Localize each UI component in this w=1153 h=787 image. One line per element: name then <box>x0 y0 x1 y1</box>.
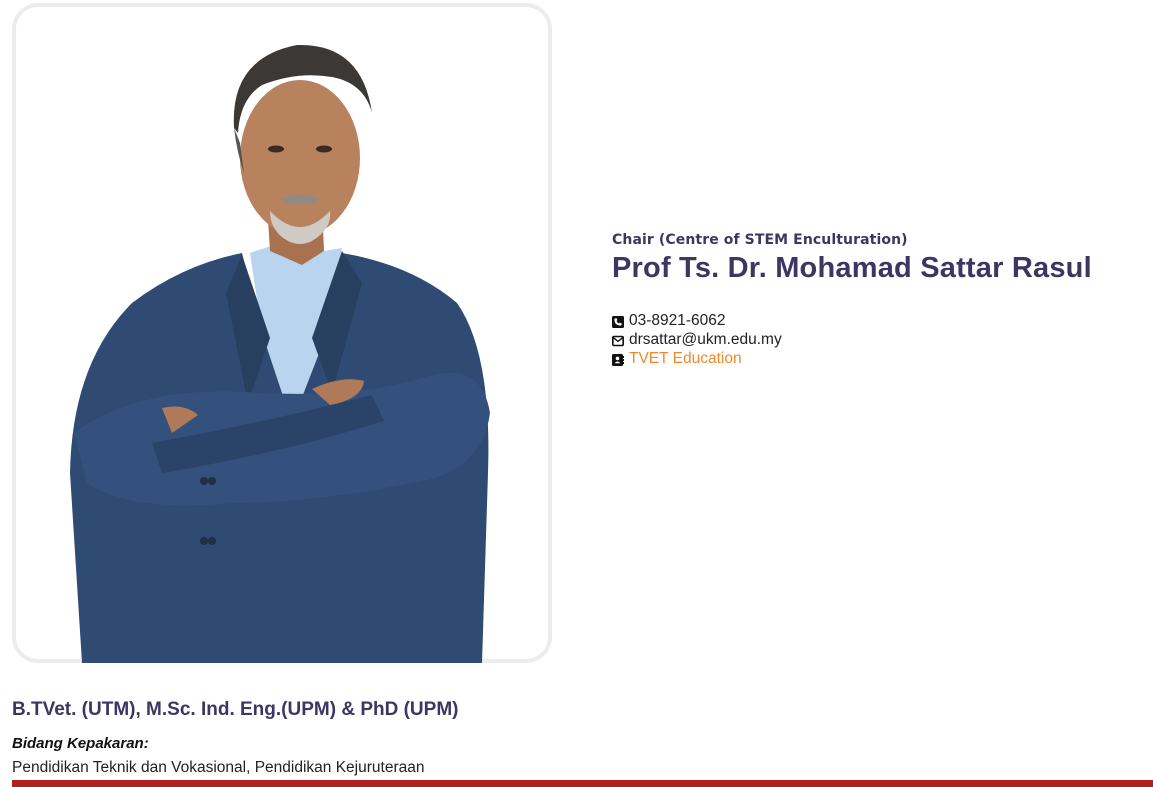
profile-name: Prof Ts. Dr. Mohamad Sattar Rasul <box>612 252 1092 284</box>
profile-role: Chair (Centre of STEM Enculturation) <box>612 232 908 248</box>
expertise-text: Pendidikan Teknik dan Vokasional, Pendid… <box>12 759 425 776</box>
contact-list: 03-8921-6062 drsattar@ukm.edu.my TVET Ed… <box>612 311 1132 368</box>
profile-degrees: B.TVet. (UTM), M.Sc. Ind. Eng.(UPM) & Ph… <box>12 699 459 720</box>
profile-details: B.TVet. (UTM), M.Sc. Ind. Eng.(UPM) & Ph… <box>12 699 1142 777</box>
contact-email: drsattar@ukm.edu.my <box>612 330 1132 349</box>
envelope-icon <box>612 334 624 346</box>
footer-accent-bar <box>12 780 1153 787</box>
contact-phone-number: 03-8921-6062 <box>629 311 726 329</box>
contact-department: TVET Education <box>612 349 1132 368</box>
phone-icon <box>612 315 624 328</box>
expertise-label: Bidang Kepakaran: <box>12 735 149 752</box>
profile-info: Chair (Centre of STEM Enculturation) Pro… <box>612 232 1132 368</box>
address-book-icon <box>612 353 624 366</box>
department-link[interactable]: TVET Education <box>629 350 742 368</box>
profile-photo-illustration <box>70 44 490 663</box>
contact-email-address[interactable]: drsattar@ukm.edu.my <box>629 331 782 349</box>
profile-photo <box>12 3 552 663</box>
contact-phone: 03-8921-6062 <box>612 311 1132 330</box>
